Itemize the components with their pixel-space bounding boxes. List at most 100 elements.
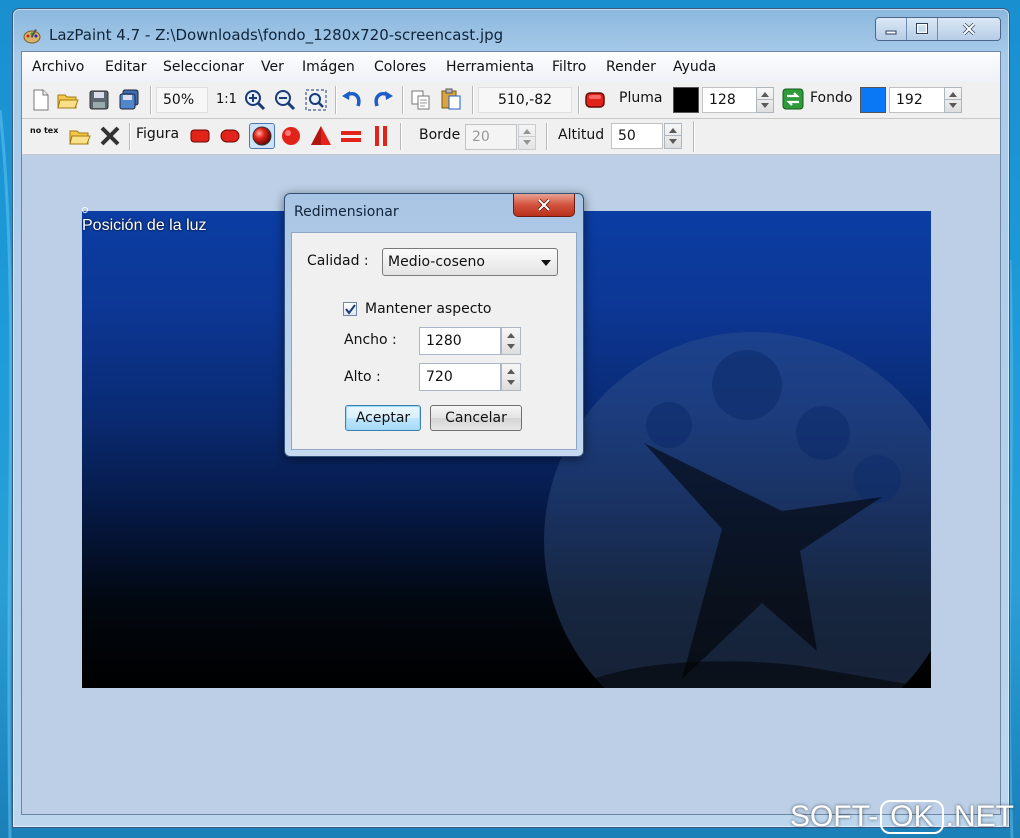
save-as-icon[interactable] <box>118 89 140 111</box>
light-position-label: Posición de la luz <box>82 217 207 234</box>
toolbar-separator <box>472 86 474 114</box>
shape-vertical-bars-icon[interactable] <box>370 125 392 147</box>
menu-seleccionar[interactable]: Seleccionar <box>163 59 244 75</box>
shape-sphere-button[interactable] <box>249 123 275 149</box>
shape-rectangle-icon[interactable] <box>189 125 211 147</box>
pen-alpha-spinner[interactable] <box>756 87 774 113</box>
minimize-button[interactable] <box>876 18 907 40</box>
window-controls <box>875 17 1001 41</box>
height-spinner[interactable] <box>501 363 521 391</box>
border-spinner[interactable] <box>518 124 536 150</box>
redo-icon[interactable] <box>372 89 394 111</box>
pen-color-swatch[interactable] <box>673 87 699 113</box>
dialog-close-button[interactable] <box>513 194 575 217</box>
altitude-spinner[interactable] <box>664 123 682 149</box>
altitude-input[interactable]: 50 <box>611 123 663 149</box>
watermark: SOFT- OK .NET <box>790 800 1014 834</box>
check-icon <box>345 304 356 315</box>
resize-dialog: Redimensionar Calidad : Medio-coseno Man… <box>284 193 584 457</box>
zoom-field[interactable]: 50% <box>156 87 208 113</box>
maximize-icon <box>916 23 928 35</box>
shape-rounded-icon[interactable] <box>219 125 241 147</box>
watermark-part3: .NET <box>945 800 1014 833</box>
menu-colores[interactable]: Colores <box>374 59 426 75</box>
toolbar-separator <box>546 123 548 150</box>
watermark-part1: SOFT- <box>789 800 879 833</box>
height-input[interactable]: 720 <box>419 363 501 391</box>
back-alpha-spinner[interactable] <box>944 87 962 113</box>
quality-label: Calidad : <box>307 253 369 269</box>
pen-shape-icon[interactable] <box>584 89 606 111</box>
toolbar-separator <box>693 121 695 152</box>
new-file-icon[interactable] <box>30 89 52 111</box>
toolbar-separator <box>400 123 402 150</box>
shape-sphere-icon <box>252 126 272 146</box>
load-texture-icon[interactable] <box>69 125 91 147</box>
dialog-body: Calidad : Medio-coseno Mantener aspecto … <box>291 232 577 450</box>
shape-label: Figura <box>136 126 180 142</box>
menu-render[interactable]: Render <box>606 59 656 75</box>
back-alpha-input[interactable]: 192 <box>889 87 951 113</box>
zoom-in-icon[interactable] <box>244 89 266 111</box>
keep-aspect-checkbox[interactable] <box>343 302 357 316</box>
toolbar-separator <box>150 86 152 114</box>
menu-bar: Archivo Editar Seleccionar Ver Imágen Co… <box>22 52 1000 83</box>
open-folder-icon[interactable] <box>57 89 79 111</box>
width-label: Ancho : <box>344 332 397 348</box>
menu-editar[interactable]: Editar <box>105 59 146 75</box>
zoom-reset-button[interactable]: 1:1 <box>216 92 237 107</box>
back-color-swatch[interactable] <box>860 87 886 113</box>
shape-cone-icon[interactable] <box>280 125 302 147</box>
quality-select[interactable]: Medio-coseno <box>382 248 558 276</box>
menu-ayuda[interactable]: Ayuda <box>673 59 716 75</box>
cursor-coordinates: 510,-82 <box>478 87 572 113</box>
border-label: Borde <box>419 127 461 143</box>
keep-aspect-label[interactable]: Mantener aspecto <box>365 301 491 317</box>
toolbar-separator <box>335 86 337 114</box>
shape-horizontal-bars-icon[interactable] <box>340 125 362 147</box>
watermark-part2: OK <box>880 800 944 834</box>
close-icon <box>962 23 976 35</box>
title-bar[interactable]: LazPaint 4.7 - Z:\Downloads\fondo_1280x7… <box>13 9 1009 51</box>
maximize-button[interactable] <box>907 18 938 40</box>
toolbar-separator <box>129 123 131 150</box>
zoom-fit-icon[interactable] <box>305 89 327 111</box>
quality-value: Medio-coseno <box>388 254 485 270</box>
menu-herramienta[interactable]: Herramienta <box>446 59 534 75</box>
chevron-down-icon <box>541 260 551 266</box>
back-label: Fondo <box>810 90 853 106</box>
save-icon[interactable] <box>88 89 110 111</box>
menu-archivo[interactable]: Archivo <box>32 59 84 75</box>
altitude-label: Altitud <box>558 127 605 143</box>
main-toolbar: 50% 1:1 510,-82 Pluma 128 Fondo 192 <box>22 82 1000 119</box>
window-title: LazPaint 4.7 - Z:\Downloads\fondo_1280x7… <box>49 26 504 44</box>
cancel-button[interactable]: Cancelar <box>430 405 522 431</box>
width-spinner[interactable] <box>501 327 521 355</box>
pen-label: Pluma <box>619 90 663 106</box>
accept-button[interactable]: Aceptar <box>345 405 421 431</box>
pen-alpha-input[interactable]: 128 <box>702 87 764 113</box>
toolbar-separator <box>402 86 404 114</box>
minimize-icon <box>885 30 897 35</box>
copy-icon[interactable] <box>410 89 432 111</box>
shape-triangle-icon[interactable] <box>310 125 332 147</box>
lazpaint-app-icon <box>23 29 41 44</box>
zoom-out-icon[interactable] <box>274 89 296 111</box>
undo-icon[interactable] <box>341 89 363 111</box>
remove-texture-icon[interactable] <box>99 125 121 147</box>
dialog-title: Redimensionar <box>294 204 399 220</box>
menu-filtro[interactable]: Filtro <box>552 59 586 75</box>
tool-options-toolbar: no tex Figura Borde 20 Altitud 50 <box>22 119 1000 155</box>
menu-ver[interactable]: Ver <box>261 59 284 75</box>
close-button[interactable] <box>938 18 1000 40</box>
height-label: Alto : <box>344 369 381 385</box>
light-position-handle[interactable] <box>82 207 88 213</box>
swap-colors-icon[interactable] <box>782 88 804 110</box>
menu-imagen[interactable]: Imágen <box>302 59 355 75</box>
close-icon <box>537 199 551 211</box>
border-input[interactable]: 20 <box>465 124 517 150</box>
no-texture-button[interactable]: no tex <box>30 127 58 135</box>
paste-icon[interactable] <box>440 88 462 110</box>
toolbar-separator <box>578 86 580 114</box>
width-input[interactable]: 1280 <box>419 327 501 355</box>
